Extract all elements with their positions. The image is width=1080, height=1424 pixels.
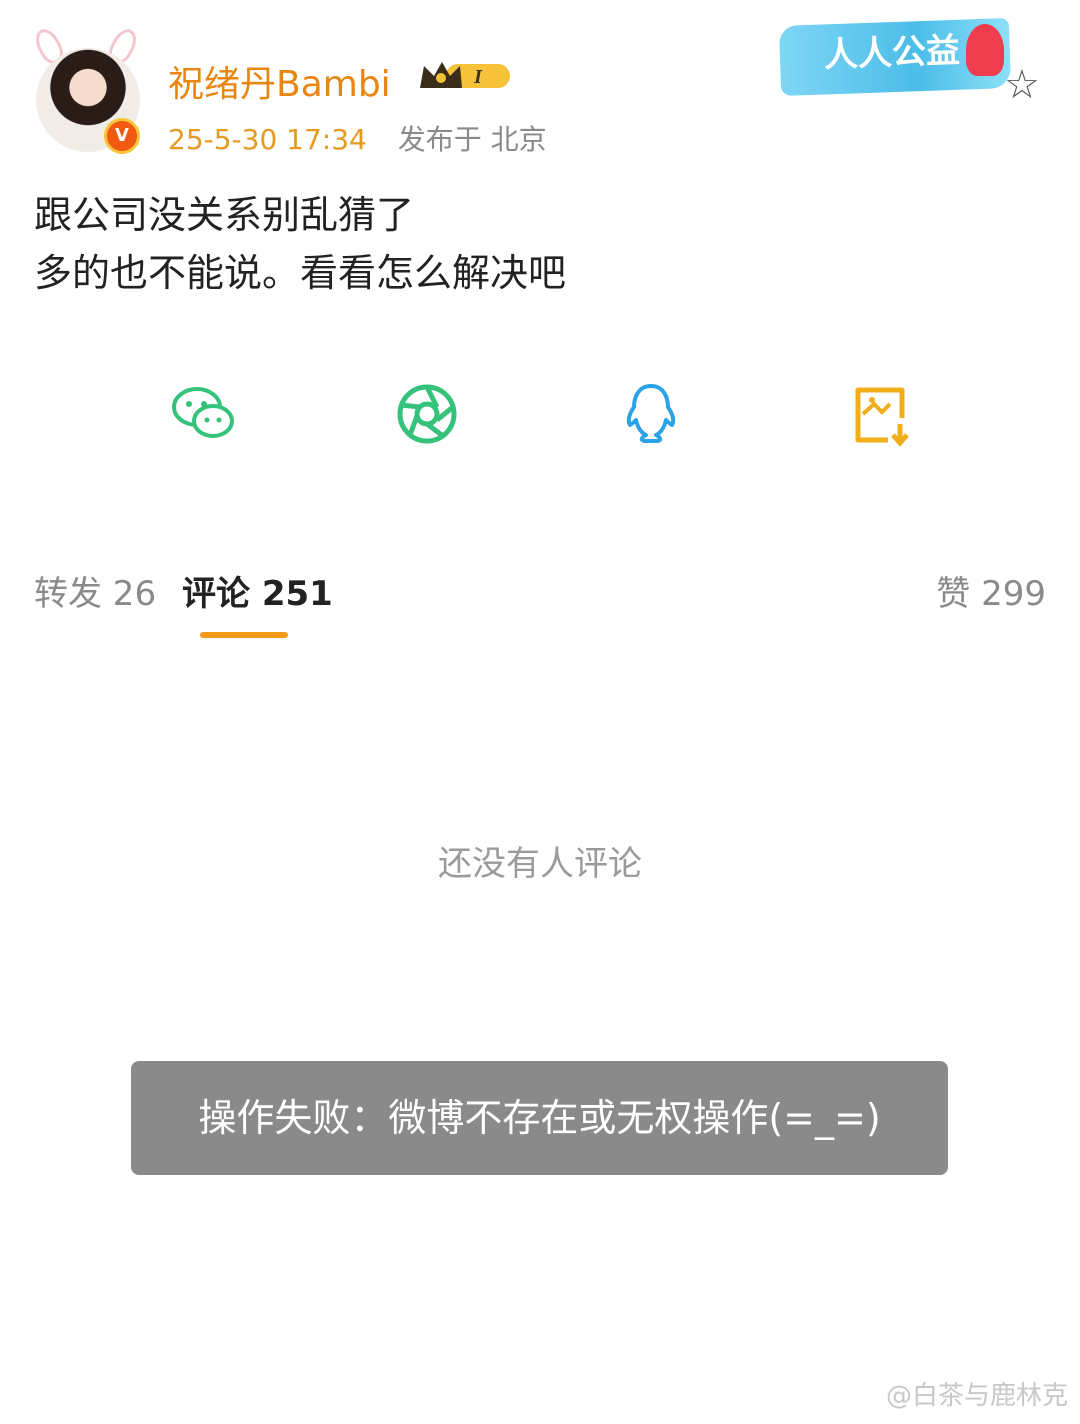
post-content: 跟公司没关系别乱猜了 多的也不能说。看看怎么解决吧 (34, 186, 566, 302)
tab-comments[interactable]: 评论 251 (182, 566, 333, 615)
verified-badge-icon: V (104, 118, 140, 154)
moments-icon[interactable] (392, 380, 462, 450)
watermark: @白茶与鹿林克 (885, 1381, 1068, 1411)
wechat-icon[interactable] (168, 380, 238, 450)
share-bar (0, 380, 1080, 460)
qq-icon[interactable] (616, 380, 686, 450)
empty-comments-text: 还没有人评论 (438, 844, 642, 884)
post-meta: 25-5-30 17:34 发布于 北京 (168, 118, 547, 158)
author-name[interactable]: 祝绪丹Bambi (168, 55, 391, 107)
vip-crown-icon[interactable]: I (416, 58, 516, 94)
save-image-icon[interactable] (846, 380, 916, 450)
post-location: 发布于 北京 (397, 123, 547, 156)
error-toast: 操作失败：微博不存在或无权操作(=_=) (131, 1061, 948, 1175)
post-line: 多的也不能说。看看怎么解决吧 (34, 251, 567, 295)
favorite-star-icon[interactable]: ☆ (1004, 62, 1040, 108)
active-tab-indicator (200, 632, 288, 638)
post-time: 25-5-30 17:34 (168, 123, 367, 156)
mascot-icon (966, 24, 1004, 76)
post-header: V 祝绪丹Bambi I 25-5-30 17:34 发布于 北京 人人公益 ☆ (0, 0, 1080, 170)
tab-likes[interactable]: 赞 299 (936, 566, 1046, 615)
tab-bar: 转发 26 评论 251 赞 299 (0, 566, 1080, 646)
vip-level-text: I (473, 66, 483, 88)
tab-repost[interactable]: 转发 26 (34, 566, 156, 615)
post-line: 跟公司没关系别乱猜了 (34, 193, 415, 237)
